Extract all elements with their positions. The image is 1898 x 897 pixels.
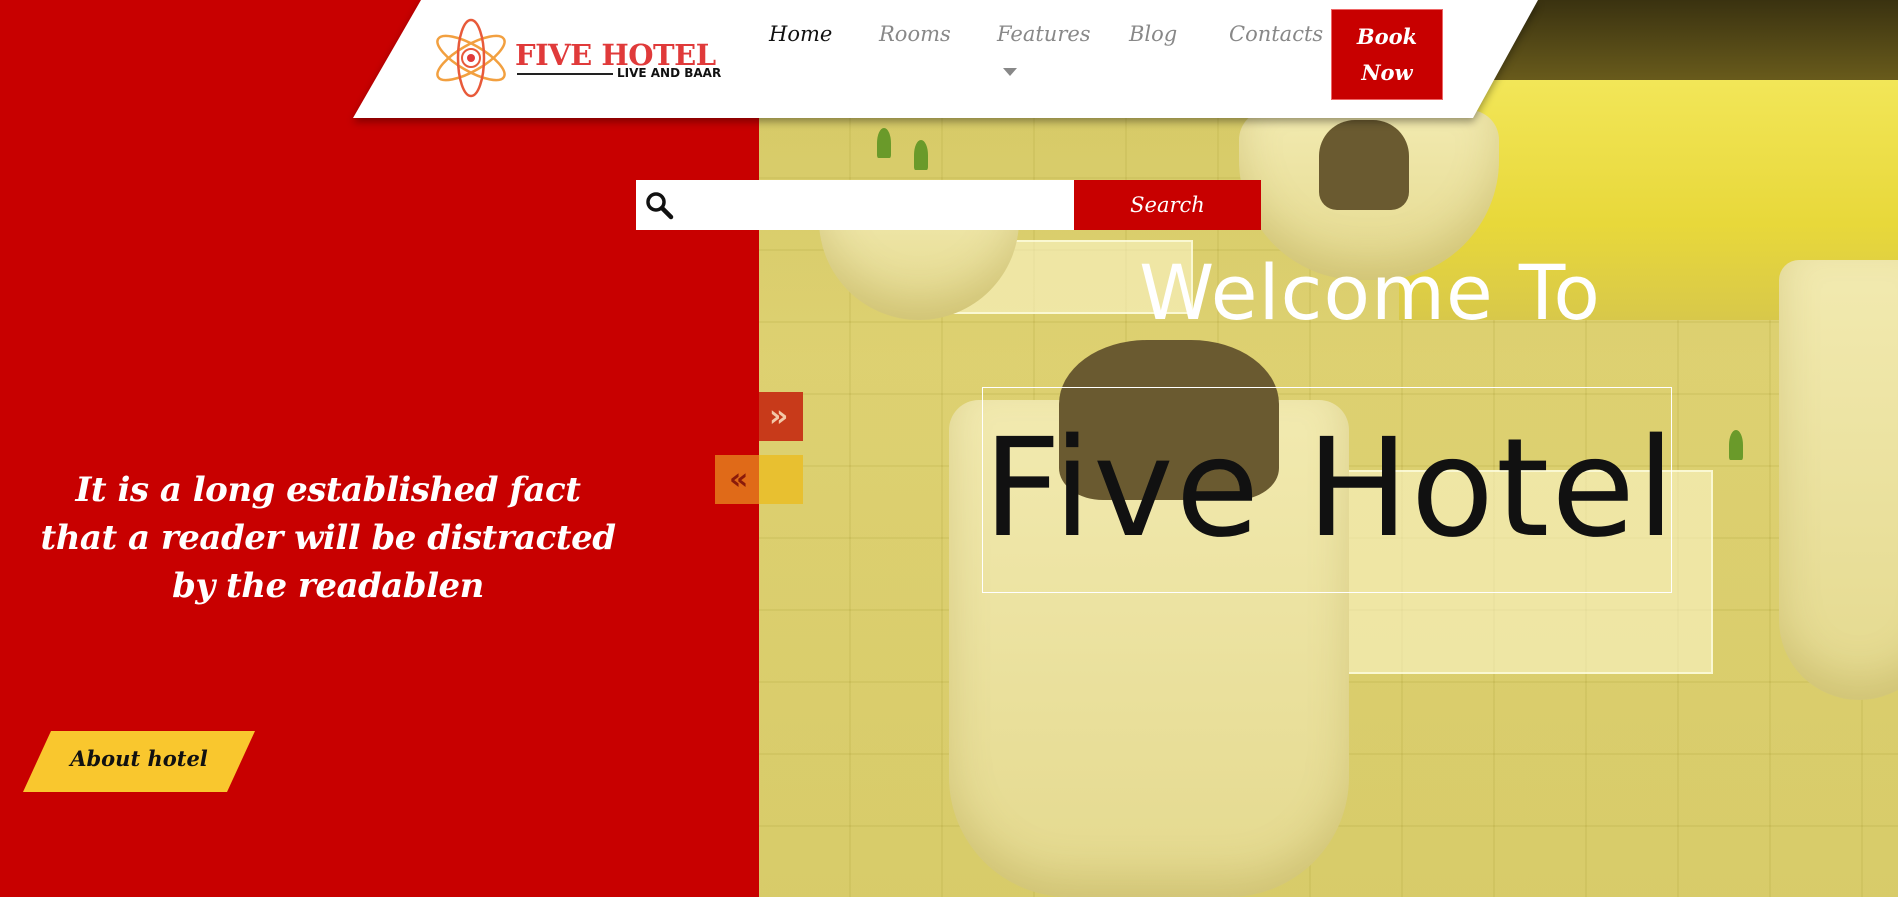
book-now-button[interactable]: Book Now [1331, 9, 1443, 100]
intro-text: It is a long established fact that a rea… [40, 470, 616, 606]
welcome-heading: Welcome To [1139, 248, 1601, 337]
table-plant [877, 128, 891, 158]
table-plant [1729, 430, 1743, 460]
double-chevron-right-icon: » [769, 399, 789, 434]
nav-contacts[interactable]: Contacts [1229, 22, 1323, 46]
nav-features[interactable]: Features [997, 22, 1091, 46]
brand-logo[interactable]: FIVE HOTEL LIVE AND BAAR [421, 12, 721, 106]
slider-next-button[interactable]: » [759, 392, 803, 441]
hero-title-box: Five Hotel [982, 387, 1677, 593]
brand-divider [517, 73, 613, 75]
slider-prev-button[interactable]: « [715, 455, 803, 504]
double-chevron-left-icon: « [729, 462, 749, 497]
nav-blog[interactable]: Blog [1129, 22, 1177, 46]
search-field[interactable] [636, 180, 1074, 230]
about-button-label: About hotel [70, 746, 208, 771]
lounge-chair [1779, 260, 1898, 700]
search-button[interactable]: Search [1074, 180, 1261, 230]
search-bar: Search [636, 180, 1261, 230]
brand-tagline: LIVE AND BAAR [617, 66, 722, 80]
nav-home[interactable]: Home [769, 22, 832, 46]
top-navbar: FIVE HOTEL LIVE AND BAAR Home Rooms Feat… [353, 0, 1538, 118]
atom-logo-icon [436, 18, 506, 98]
search-input[interactable] [682, 186, 1070, 226]
table-plant [914, 140, 928, 170]
hero-title: Five Hotel [983, 410, 1677, 568]
search-icon [646, 192, 674, 220]
about-hotel-button[interactable]: About hotel [23, 731, 255, 792]
chevron-down-icon[interactable] [1003, 68, 1017, 76]
chair-cushion [1319, 120, 1409, 210]
nav-rooms[interactable]: Rooms [879, 22, 951, 46]
